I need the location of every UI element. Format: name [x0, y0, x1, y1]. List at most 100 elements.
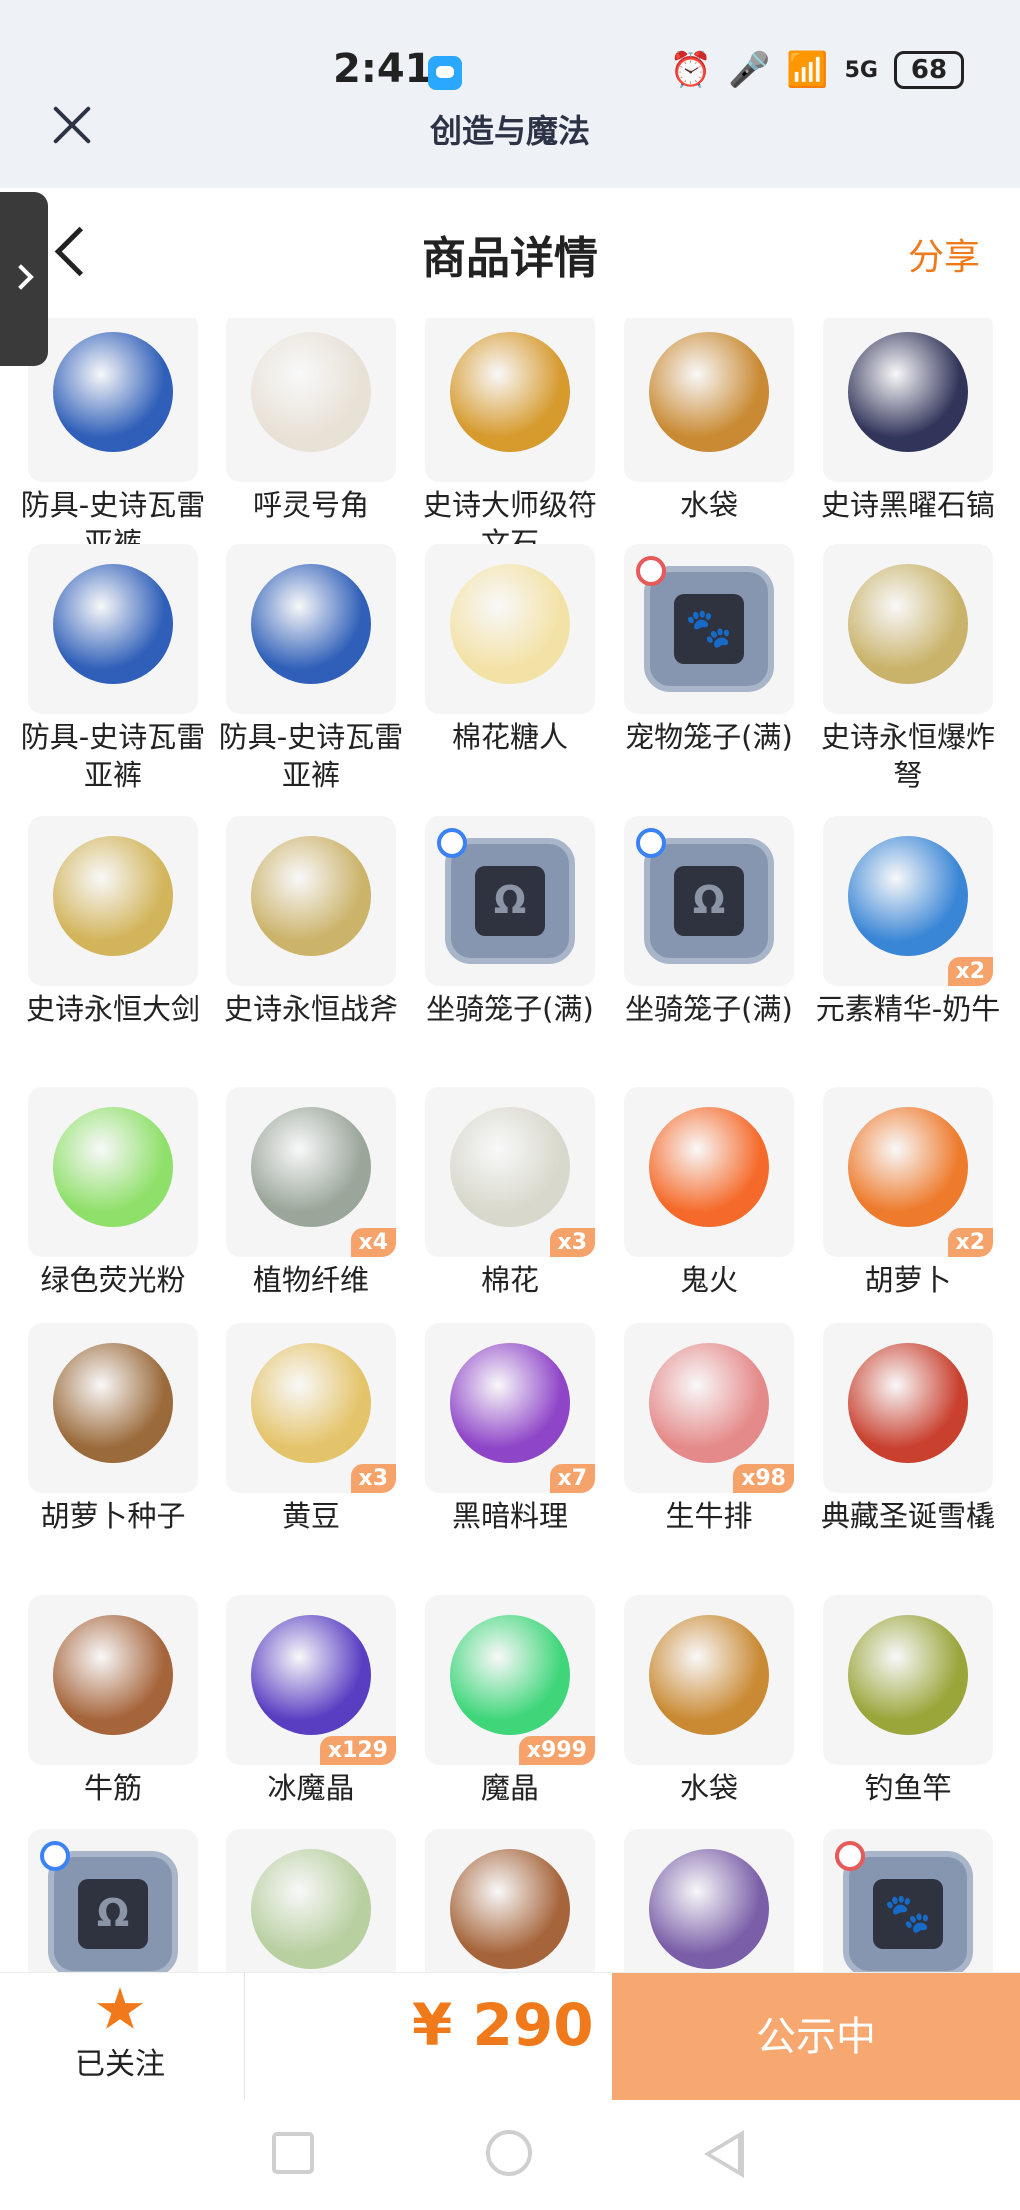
item-tile[interactable]: x2 胡萝卜: [823, 1087, 993, 1299]
item-image: [823, 544, 993, 714]
item-image: [425, 318, 595, 482]
item-image: [28, 318, 198, 482]
item-tile[interactable]: 史诗黑曜石镐: [821, 318, 995, 524]
app-title: 创造与魔法: [429, 112, 590, 150]
price: ¥ 290: [412, 1991, 594, 2059]
publicity-button[interactable]: 公示中: [612, 1973, 1020, 2101]
item-tile[interactable]: x7 黑暗料理: [425, 1323, 595, 1535]
item-image: [624, 318, 794, 482]
share-button[interactable]: 分享: [908, 228, 980, 280]
follow-label: 已关注: [75, 2047, 165, 2082]
follow-button[interactable]: 已关注: [40, 1977, 200, 2097]
item-tile[interactable]: 水袋: [624, 318, 794, 524]
item-tile[interactable]: x129 冰魔晶: [226, 1595, 396, 1807]
item-tile[interactable]: 典藏圣诞雪橇: [821, 1323, 995, 1535]
item-tile[interactable]: x2 元素精华-奶牛: [816, 816, 1000, 1028]
battery-indicator: 68: [894, 51, 964, 89]
item-tile[interactable]: 棉花糖人: [425, 544, 595, 756]
item-tile[interactable]: 🐾 宠物笼子(满): [624, 544, 794, 756]
message-icon: [428, 56, 462, 90]
mic-icon: 🎤: [727, 50, 771, 90]
mount-cage-icon: Ω: [48, 1851, 178, 1972]
item-name: 钓鱼竿: [864, 1771, 952, 1805]
item-quantity-badge: x999: [518, 1736, 595, 1765]
item-image: [425, 1829, 595, 1972]
page-title: 商品详情: [422, 233, 598, 284]
back-icon[interactable]: [704, 2130, 744, 2178]
item-image: [226, 816, 396, 986]
item-name: 鬼火: [679, 1263, 738, 1297]
item-tile[interactable]: x4 植物纤维: [226, 1087, 396, 1299]
status-icons: ⏰ 🎤 📶 5G 68: [670, 50, 964, 90]
item-thumbnail-icon: [251, 1615, 371, 1735]
item-tile[interactable]: 绿色荧光粉: [28, 1087, 198, 1299]
item-tile[interactable]: x3 棉花: [425, 1087, 595, 1299]
page-header: 商品详情 分享: [0, 188, 1020, 318]
item-tile[interactable]: x98 生牛排: [624, 1323, 794, 1535]
item-tile[interactable]: Ω 坐骑笼子(满): [425, 816, 595, 1028]
item-tile[interactable]: 史诗大师级符文石: [423, 318, 597, 562]
item-name: 防具-史诗瓦雷亚裤: [20, 720, 206, 792]
item-tile[interactable]: 鬼火: [624, 1087, 794, 1299]
item-name: 宠物笼子(满): [625, 720, 793, 754]
item-image: [624, 1829, 794, 1972]
item-tile[interactable]: [624, 1829, 794, 1972]
item-thumbnail-icon: [251, 836, 371, 956]
item-thumbnail-icon: [649, 1615, 769, 1735]
item-tile[interactable]: x3 黄豆: [226, 1323, 396, 1535]
item-image: 🐾: [624, 544, 794, 714]
item-image: x7: [425, 1323, 595, 1493]
item-image: [226, 318, 396, 482]
item-thumbnail-icon: [848, 332, 968, 452]
item-thumbnail-icon: [450, 1343, 570, 1463]
home-icon[interactable]: [486, 2130, 532, 2176]
bottom-action-bar: 已关注 ¥ 290 公示中: [0, 1972, 1020, 2101]
item-tile[interactable]: 胡萝卜种子: [28, 1323, 198, 1535]
item-tile[interactable]: Ω: [28, 1829, 198, 1972]
item-image: [28, 1323, 198, 1493]
item-thumbnail-icon: [450, 1107, 570, 1227]
item-name: 元素精华-奶牛: [815, 992, 1001, 1026]
item-image: [624, 1595, 794, 1765]
item-name: 植物纤维: [252, 1263, 369, 1297]
item-tile[interactable]: [425, 1829, 595, 1972]
cage-badge-icon: [40, 1841, 70, 1871]
item-tile[interactable]: 水袋: [624, 1595, 794, 1807]
item-tile[interactable]: x999 魔晶: [425, 1595, 595, 1807]
item-tile[interactable]: 牛筋: [28, 1595, 198, 1807]
item-name: 水袋: [679, 1771, 738, 1805]
item-tile[interactable]: 史诗永恒大剑: [26, 816, 200, 1028]
item-name: 史诗永恒大剑: [25, 992, 200, 1026]
item-thumbnail-icon: [53, 564, 173, 684]
item-thumbnail-icon: [450, 332, 570, 452]
item-thumbnail-icon: [848, 836, 968, 956]
item-image: [28, 816, 198, 986]
item-tile[interactable]: [226, 1829, 396, 1972]
item-tile[interactable]: 史诗永恒战斧: [224, 816, 398, 1028]
recents-icon[interactable]: [272, 2132, 314, 2174]
item-tile[interactable]: 防具-史诗瓦雷亚裤: [219, 544, 403, 794]
item-tile[interactable]: 史诗永恒爆炸弩: [821, 544, 995, 794]
item-name: 史诗黑曜石镐: [820, 488, 995, 522]
item-thumbnail-icon: [251, 1107, 371, 1227]
wifi-icon: 📶: [786, 50, 829, 90]
item-thumbnail-icon: [848, 1107, 968, 1227]
item-name: 史诗永恒爆炸弩: [820, 720, 995, 792]
item-tile[interactable]: 防具-史诗瓦雷亚裤: [21, 544, 205, 794]
item-image: [28, 1087, 198, 1257]
item-tile[interactable]: 钓鱼竿: [823, 1595, 993, 1807]
item-tile[interactable]: Ω 坐骑笼子(满): [624, 816, 794, 1028]
item-thumbnail-icon: [251, 1849, 371, 1969]
item-name: 黑暗料理: [451, 1499, 568, 1533]
item-tile[interactable]: 呼灵号角: [226, 318, 396, 524]
item-name: 防具-史诗瓦雷亚裤: [218, 720, 404, 792]
side-drawer-handle[interactable]: [0, 192, 48, 366]
pet-cage-icon: 🐾: [843, 1851, 973, 1972]
item-thumbnail-icon: [848, 1343, 968, 1463]
item-image: x2: [823, 816, 993, 986]
item-tile[interactable]: 防具-史诗瓦雷亚裤: [21, 318, 205, 562]
item-tile[interactable]: 🐾: [823, 1829, 993, 1972]
item-name: 绿色荧光粉: [40, 1263, 186, 1297]
item-quantity-badge: x3: [549, 1228, 595, 1257]
item-thumbnail-icon: [450, 1849, 570, 1969]
